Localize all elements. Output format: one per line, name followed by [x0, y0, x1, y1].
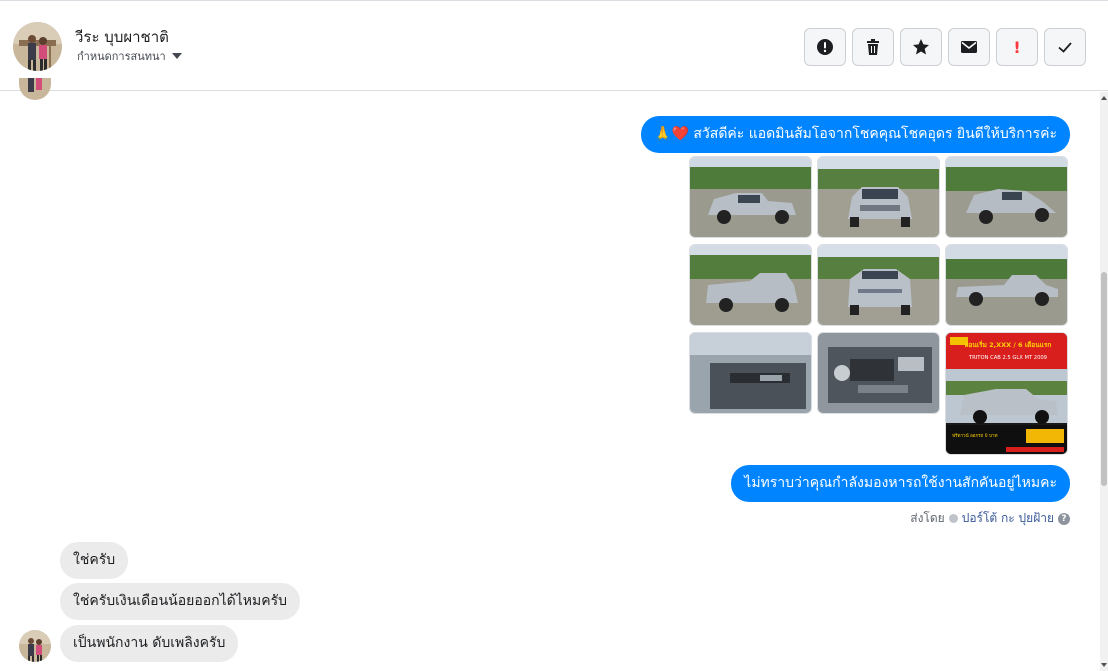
contact-name[interactable]: วีระ บุบผาชาติ [75, 25, 169, 49]
car-photo[interactable] [945, 244, 1068, 326]
sent-by-label: ส่งโดย [910, 511, 945, 525]
alert-circle-icon [817, 39, 833, 55]
car-photo[interactable] [817, 156, 940, 238]
check-icon [1058, 42, 1072, 53]
ad-headline: ผ่อนเริ่ม 2,XXX / 6 เดือนแรก [965, 339, 1052, 349]
mark-unread-button[interactable] [948, 28, 990, 66]
car-photo[interactable] [817, 244, 940, 326]
assign-label: กำหนดการสนทนา [77, 50, 166, 63]
exclamation-icon: ! [1013, 37, 1021, 57]
promo-ad-image[interactable]: ผ่อนเริ่ม 2,XXX / 6 เดือนแรก TRITON CAB … [945, 332, 1068, 455]
follow-up-button[interactable]: ! [996, 28, 1038, 66]
help-icon[interactable]: ? [1058, 512, 1070, 525]
verified-icon [948, 514, 958, 523]
star-button[interactable] [900, 28, 942, 66]
incoming-message[interactable]: ใช่ครับ [60, 542, 129, 579]
incoming-message[interactable]: เป็นพนักงาน ดับเพลิงครับ [60, 625, 239, 662]
scrollbar-thumb[interactable] [1101, 272, 1107, 486]
contact-avatar-small[interactable] [19, 630, 51, 662]
mark-done-button[interactable] [1044, 28, 1086, 66]
agent-name-link[interactable]: ปอร์โต้ กะ ปุยฝ้าย [962, 509, 1054, 528]
car-photo[interactable] [689, 244, 812, 326]
conversation-header: วีระ บุบผาชาติ กำหนดการสนทนา ! [0, 0, 1108, 91]
envelope-icon [961, 41, 977, 53]
outgoing-message-greeting[interactable]: 🙏❤️ สวัสดีค่ะ แอดมินส้มโอจากโชคคุณโชคอุด… [641, 116, 1070, 153]
star-icon [913, 39, 929, 55]
car-photo[interactable] [945, 156, 1068, 238]
caret-down-icon [171, 53, 182, 59]
ad-price-line: ฟรีดาวน์ ออกรถ 0 บาท [952, 432, 997, 439]
engine-photo[interactable] [817, 332, 940, 414]
sent-by-info: ส่งโดย ปอร์โต้ กะ ปุยฝ้าย ? [910, 509, 1070, 528]
car-photo[interactable] [689, 156, 812, 238]
scroll-up-arrow-icon[interactable] [1101, 96, 1107, 100]
contact-avatar-small [19, 78, 51, 100]
outgoing-message-question[interactable]: ไม่ทราบว่าคุณกำลังมองหารถใช้งานสักคันอยู… [731, 465, 1070, 502]
contact-avatar[interactable] [13, 22, 62, 71]
car-photo[interactable] [689, 332, 812, 414]
incoming-message[interactable]: ใช่ครับเงินเดือนน้อยออกได้ไหมครับ [60, 583, 301, 620]
mark-spam-button[interactable] [804, 28, 846, 66]
scroll-down-arrow-icon[interactable] [1101, 663, 1107, 667]
ad-model: TRITON CAB 2.5 GLX MT 2009 [968, 355, 1047, 361]
photo-attachment-grid: ผ่อนเริ่ม 2,XXX / 6 เดือนแรก TRITON CAB … [689, 156, 1069, 455]
assign-conversation-dropdown[interactable]: กำหนดการสนทนา [77, 47, 182, 65]
trash-icon [867, 39, 879, 55]
conversation-actions: ! [804, 28, 1086, 66]
delete-button[interactable] [852, 28, 894, 66]
